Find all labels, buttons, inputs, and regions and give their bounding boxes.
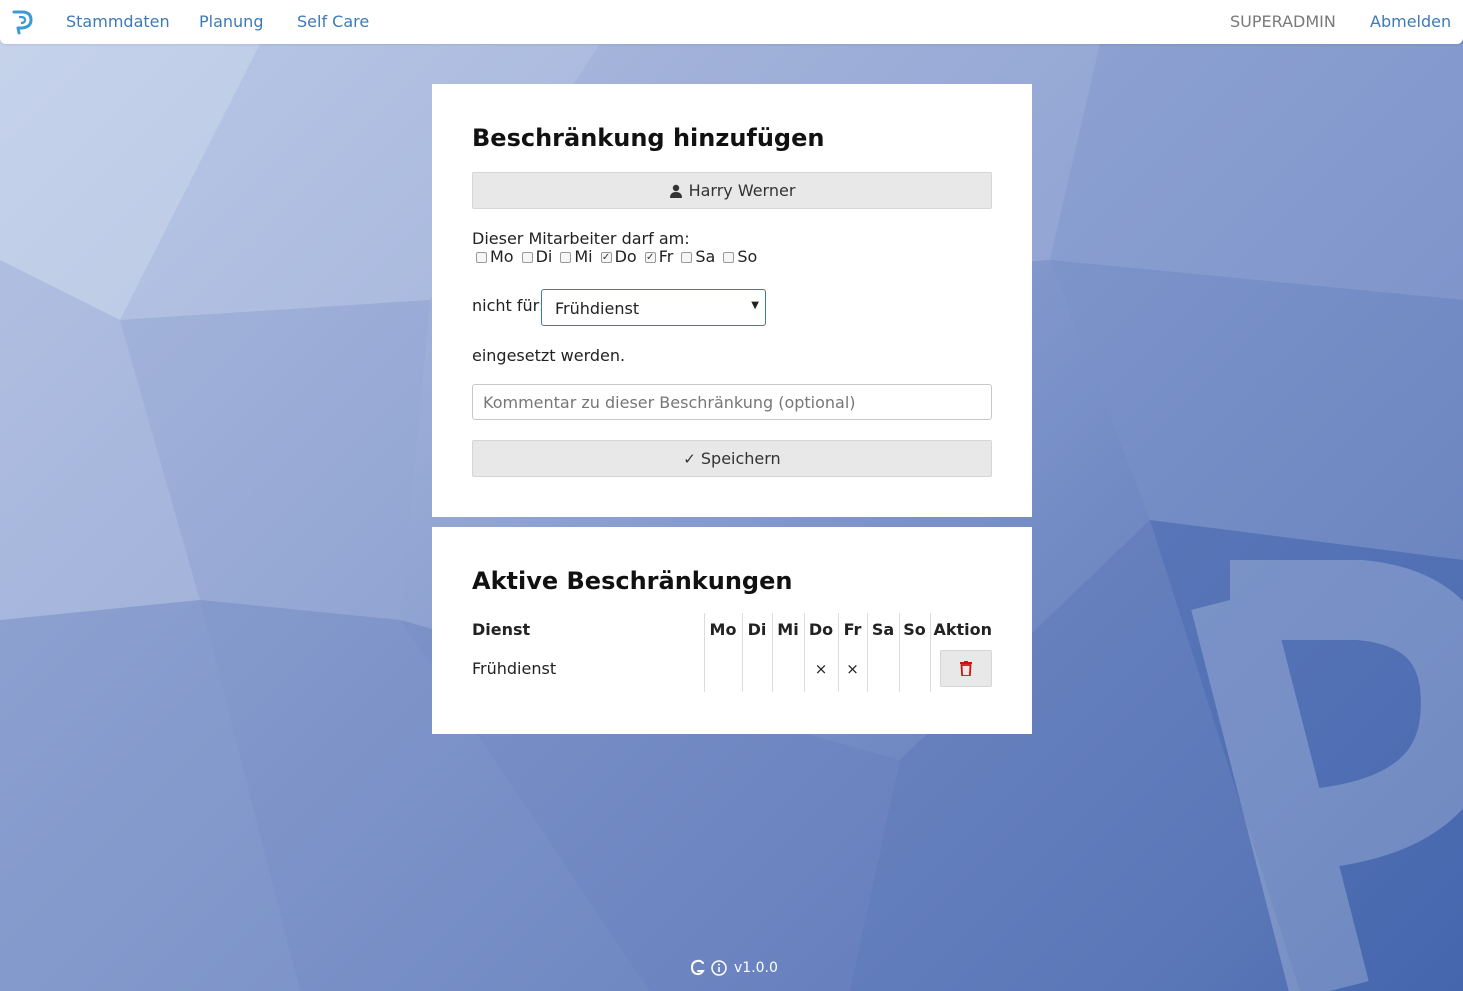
header-fr: Fr (837, 613, 867, 645)
user-icon (669, 184, 682, 198)
table-header-row: Dienst Mo Di Mi Do Fr Sa So Aktion (472, 613, 992, 645)
cell-sa (866, 645, 899, 692)
cell-di (741, 645, 772, 692)
nav-self-care[interactable]: Self Care (297, 12, 369, 31)
header-mi: Mi (771, 613, 804, 645)
day-so[interactable]: So (723, 247, 757, 266)
day-di[interactable]: Di (521, 247, 552, 266)
nav-stammdaten[interactable]: Stammdaten (66, 12, 170, 31)
header-di: Di (741, 613, 772, 645)
checkbox-fr[interactable]: ✓ (644, 252, 656, 263)
day-fr[interactable]: ✓ Fr (644, 247, 673, 266)
active-restrictions-title: Aktive Beschränkungen (472, 567, 793, 595)
cell-aktion (929, 645, 992, 692)
comment-input[interactable] (472, 384, 992, 420)
checkbox-mi[interactable] (560, 252, 572, 263)
employee-button[interactable]: Harry Werner (472, 172, 992, 209)
checkbox-so[interactable] (723, 252, 735, 263)
header-aktion: Aktion (929, 613, 992, 645)
delete-button[interactable] (940, 650, 992, 687)
header-sa: Sa (866, 613, 899, 645)
trash-icon (960, 661, 972, 676)
header-dienst: Dienst (472, 619, 531, 639)
add-restriction-title: Beschränkung hinzufügen (472, 124, 825, 152)
add-restriction-card: Beschränkung hinzufügen Harry Werner Die… (432, 84, 1032, 517)
not-for-label: nicht für: (472, 296, 545, 315)
header-so: So (898, 613, 930, 645)
intro-text: Dieser Mitarbeiter darf am: (472, 229, 690, 248)
day-do[interactable]: ✓ Do (600, 247, 637, 266)
info-icon[interactable] (711, 959, 727, 976)
cell-dienst: Frühdienst (472, 659, 557, 678)
current-user-label[interactable]: SUPERADMIN (1230, 12, 1336, 31)
checkbox-sa[interactable] (681, 252, 693, 263)
checkbox-di[interactable] (521, 252, 533, 263)
checkbox-do[interactable]: ✓ (600, 252, 612, 263)
cell-mo (703, 645, 742, 692)
cell-do: × (803, 645, 838, 692)
top-navbar: Stammdaten Planung Self Care SUPERADMIN … (0, 0, 1463, 44)
active-restrictions-card: Aktive Beschränkungen Dienst Mo Di Mi Do… (432, 527, 1032, 734)
day-mi[interactable]: Mi (560, 247, 593, 266)
header-do: Do (803, 613, 838, 645)
footer: v1.0.0 (690, 959, 778, 976)
logout-link[interactable]: Abmelden (1370, 12, 1451, 31)
checkbox-mo[interactable] (476, 252, 487, 263)
app-logo-icon[interactable] (10, 9, 34, 35)
weekday-checkboxes: Mo Di Mi ✓ Do ✓ Fr Sa So (476, 247, 765, 266)
save-label: Speichern (700, 449, 781, 468)
restrictions-table: Dienst Mo Di Mi Do Fr Sa So Aktion Frühd… (472, 613, 992, 692)
save-button[interactable]: ✓ Speichern (472, 440, 992, 477)
cell-mi (771, 645, 804, 692)
header-mo: Mo (703, 613, 742, 645)
shift-select[interactable]: Frühdienst ▼ (541, 289, 766, 326)
nav-planung[interactable]: Planung (199, 12, 263, 31)
s-logo-icon[interactable] (690, 959, 706, 976)
cell-fr: × (837, 645, 867, 692)
cell-so (898, 645, 930, 692)
used-text: eingesetzt werden. (472, 346, 626, 365)
table-row: Frühdienst × × (472, 645, 992, 692)
check-icon: ✓ (683, 449, 696, 468)
day-mo[interactable]: Mo (476, 247, 514, 266)
dropdown-arrow-icon: ▼ (751, 300, 759, 311)
shift-select-value: Frühdienst (555, 299, 640, 318)
version-label: v1.0.0 (734, 959, 778, 976)
day-sa[interactable]: Sa (681, 247, 715, 266)
employee-name: Harry Werner (688, 181, 796, 200)
